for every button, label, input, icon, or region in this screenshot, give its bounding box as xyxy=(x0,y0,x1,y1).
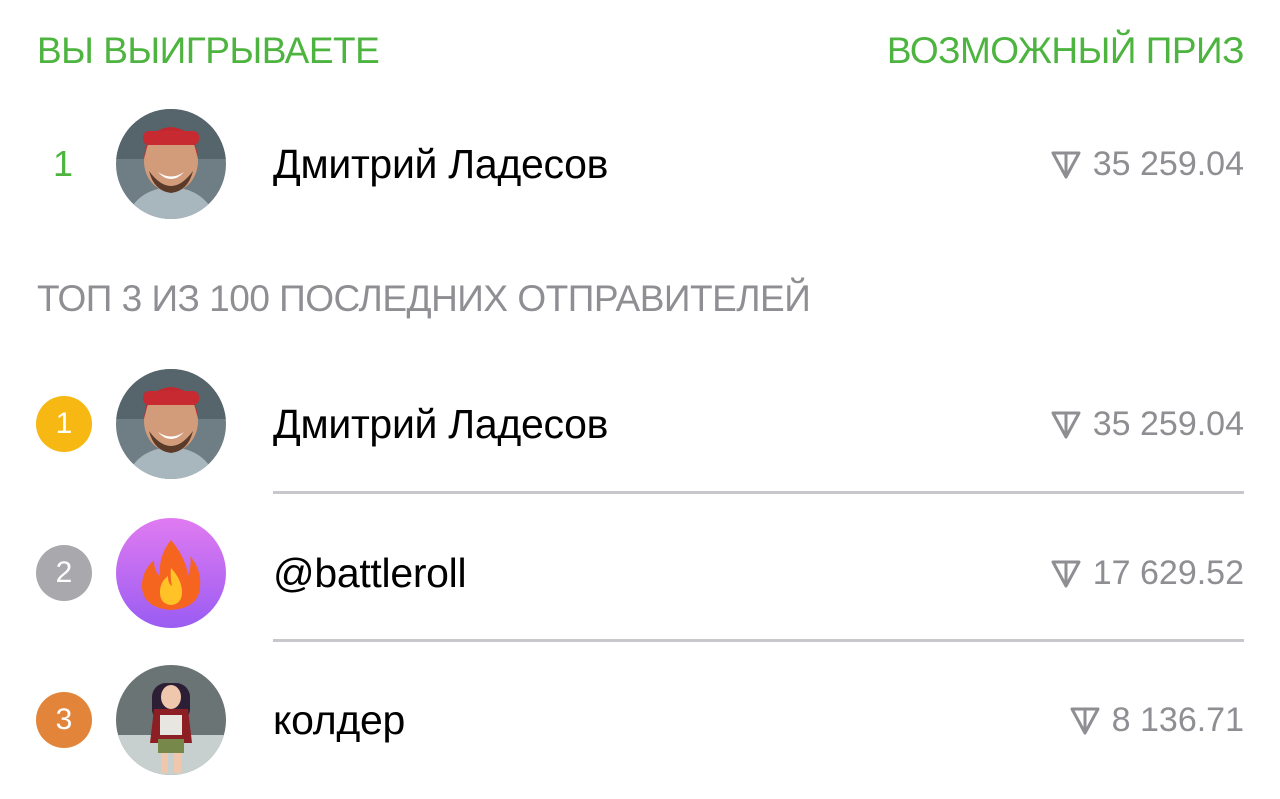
divider xyxy=(273,639,1244,642)
winner-name: Дмитрий Ладесов xyxy=(273,141,609,187)
ton-icon xyxy=(1051,151,1081,179)
winner-row[interactable]: 1 Дмитрий Ладесов 35 259.04 xyxy=(0,108,1280,220)
ton-icon xyxy=(1051,560,1081,588)
character-avatar-icon xyxy=(116,665,226,775)
sender-amount: 17 629.52 xyxy=(1049,517,1244,629)
avatar xyxy=(116,369,226,479)
sender-name: колдер xyxy=(273,697,405,743)
sender-amount: 8 136.71 xyxy=(1068,664,1244,776)
list-item[interactable]: 3 колдер 8 136.71 xyxy=(0,664,1280,776)
sender-name: Дмитрий Ладесов xyxy=(273,401,609,447)
top-senders-label: ТОП 3 ИЗ 100 ПОСЛЕДНИХ ОТПРАВИТЕЛЕЙ xyxy=(37,278,811,319)
avatar xyxy=(116,518,226,628)
winner-rank: 1 xyxy=(52,143,74,184)
winner-amount: 35 259.04 xyxy=(1049,108,1244,220)
sender-amount-value: 17 629.52 xyxy=(1092,553,1244,592)
ton-icon xyxy=(1070,707,1100,735)
person-avatar-icon xyxy=(116,109,226,219)
sender-amount-value: 35 259.04 xyxy=(1092,404,1244,443)
prize-header: ВЫ ВЫИГРЫВАЕТЕ ВОЗМОЖНЫЙ ПРИЗ xyxy=(37,28,1245,74)
you-win-label: ВЫ ВЫИГРЫВАЕТЕ xyxy=(37,30,380,71)
rank-badge: 2 xyxy=(36,545,92,601)
rank-badge: 3 xyxy=(36,692,92,748)
list-item[interactable]: 1 Дмитрий Ладесов 35 259.04 xyxy=(0,368,1280,480)
winner-amount-value: 35 259.04 xyxy=(1092,144,1244,183)
fire-icon xyxy=(116,518,226,628)
sender-amount: 35 259.04 xyxy=(1049,368,1244,480)
rank-badge: 1 xyxy=(36,396,92,452)
avatar xyxy=(116,665,226,775)
ton-icon xyxy=(1051,411,1081,439)
sender-name: @battleroll xyxy=(273,550,467,596)
possible-prize-label: ВОЗМОЖНЫЙ ПРИЗ xyxy=(886,30,1245,71)
divider xyxy=(273,491,1244,494)
leaderboard-page: ВЫ ВЫИГРЫВАЕТЕ ВОЗМОЖНЫЙ ПРИЗ 1 Дмитрий … xyxy=(0,0,1280,799)
avatar xyxy=(116,109,226,219)
list-item[interactable]: 2 @battleroll 17 629.52 xyxy=(0,517,1280,629)
person-avatar-icon xyxy=(116,369,226,479)
sender-amount-value: 8 136.71 xyxy=(1111,700,1244,739)
